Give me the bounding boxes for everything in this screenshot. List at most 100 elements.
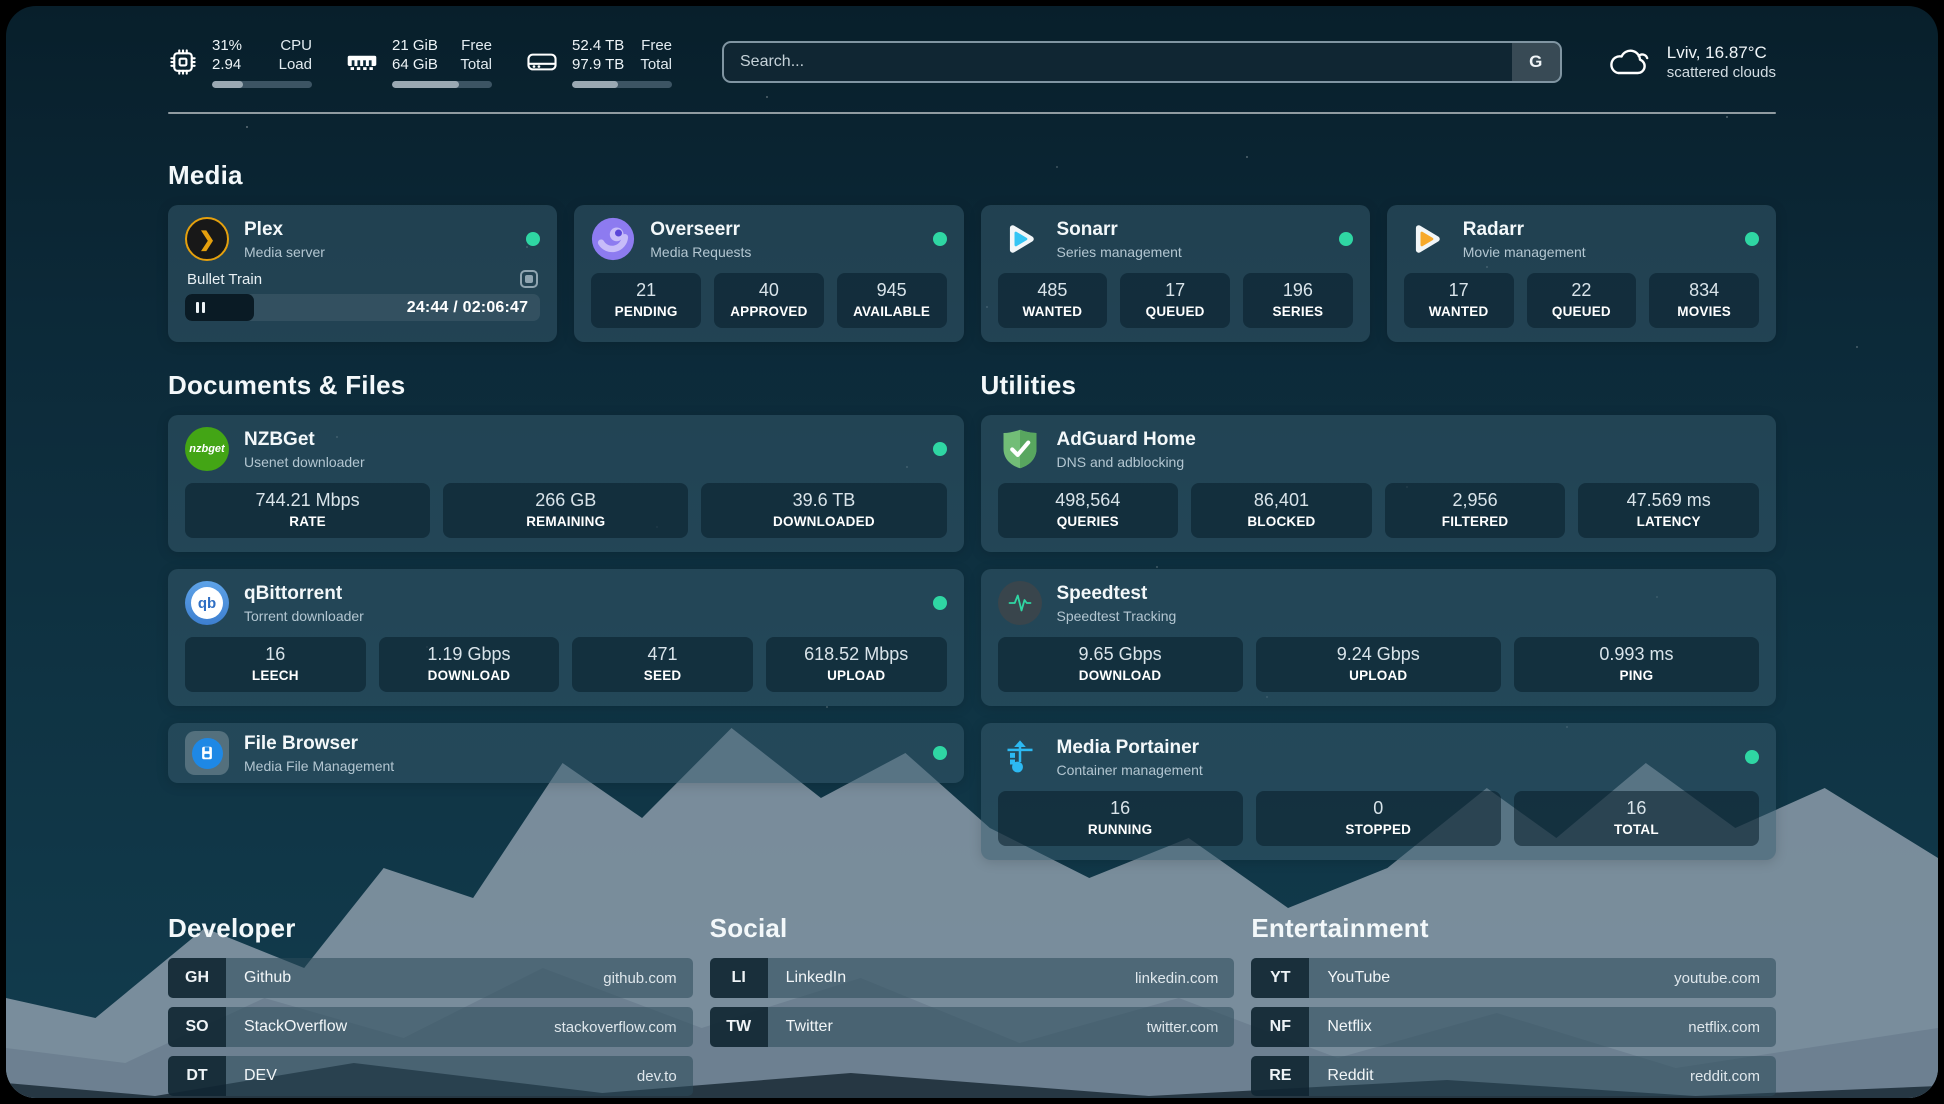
utilities-column: Utilities AdGuard Home DNS and adbloc bbox=[981, 370, 1777, 877]
stat-remaining: 266 GBREMAINING bbox=[443, 483, 688, 538]
bookmark-name: Twitter bbox=[786, 1018, 833, 1036]
app-title: NZBGet bbox=[244, 428, 365, 452]
portainer-icon bbox=[998, 735, 1042, 779]
dashboard-screen: 31%CPU 2.94Load 21 GiBFree bbox=[6, 6, 1938, 1098]
bookmark-name: DEV bbox=[244, 1067, 277, 1085]
stat-download: 1.19 GbpsDOWNLOAD bbox=[379, 637, 560, 692]
stat-downloaded: 39.6 TBDOWNLOADED bbox=[701, 483, 946, 538]
documents-column: Documents & Files nzbget NZBGet Usenet d… bbox=[168, 370, 964, 877]
disk-free-label: Free bbox=[641, 36, 672, 55]
stat-download: 9.65 GbpsDOWNLOAD bbox=[998, 637, 1243, 692]
section-title-social: Social bbox=[710, 913, 1235, 944]
stat-upload: 9.24 GbpsUPLOAD bbox=[1256, 637, 1501, 692]
bookmark-name: Github bbox=[244, 969, 291, 987]
overseerr-card[interactable]: Overseerr Media Requests 21PENDING 40APP… bbox=[574, 205, 963, 342]
bookmark-badge: LI bbox=[710, 958, 768, 998]
header-divider bbox=[168, 112, 1776, 114]
bookmark-linkedin[interactable]: LI LinkedIn linkedin.com bbox=[710, 958, 1235, 998]
bookmark-badge: SO bbox=[168, 1007, 226, 1047]
cloud-icon bbox=[1608, 45, 1652, 79]
stat-approved: 40APPROVED bbox=[714, 273, 824, 328]
app-subtitle: Media File Management bbox=[244, 757, 394, 775]
filebrowser-card[interactable]: File Browser Media File Management bbox=[168, 723, 964, 783]
status-dot bbox=[933, 442, 947, 456]
bookmark-github[interactable]: GH Github github.com bbox=[168, 958, 693, 998]
section-title-developer: Developer bbox=[168, 913, 693, 944]
disk-free: 52.4 TB bbox=[572, 36, 624, 55]
plex-icon: ❯ bbox=[185, 217, 229, 261]
bookmark-name: LinkedIn bbox=[786, 969, 847, 987]
bookmark-url: netflix.com bbox=[1688, 1019, 1760, 1036]
section-title-documents: Documents & Files bbox=[168, 370, 964, 401]
memory-free-label: Free bbox=[461, 36, 492, 55]
bookmark-url: dev.to bbox=[637, 1068, 677, 1085]
stat-movies: 834MOVIES bbox=[1649, 273, 1759, 328]
memory-total: 64 GiB bbox=[392, 55, 438, 74]
status-dot bbox=[933, 746, 947, 760]
nzbget-icon: nzbget bbox=[185, 427, 229, 471]
portainer-card[interactable]: Media Portainer Container management 16R… bbox=[981, 723, 1777, 860]
qbittorrent-card[interactable]: qb qBittorrent Torrent downloader 16LEEC… bbox=[168, 569, 964, 706]
app-title: Speedtest bbox=[1057, 582, 1177, 606]
bookmark-badge: RE bbox=[1251, 1056, 1309, 1096]
bookmark-twitter[interactable]: TW Twitter twitter.com bbox=[710, 1007, 1235, 1047]
plex-card[interactable]: ❯ Plex Media server Bullet Train bbox=[168, 205, 557, 342]
adguard-card[interactable]: AdGuard Home DNS and adblocking 498,564Q… bbox=[981, 415, 1777, 552]
stat-blocked: 86,401BLOCKED bbox=[1191, 483, 1372, 538]
bookmark-url: stackoverflow.com bbox=[554, 1019, 677, 1036]
app-title: File Browser bbox=[244, 732, 394, 756]
app-subtitle: Container management bbox=[1057, 761, 1203, 779]
stat-available: 945AVAILABLE bbox=[837, 273, 947, 328]
app-title: AdGuard Home bbox=[1057, 428, 1196, 452]
app-title: qBittorrent bbox=[244, 582, 364, 606]
stat-leech: 16LEECH bbox=[185, 637, 366, 692]
speedtest-icon bbox=[998, 581, 1042, 625]
cpu-load-label: Load bbox=[279, 55, 312, 74]
bookmark-youtube[interactable]: YT YouTube youtube.com bbox=[1251, 958, 1776, 998]
status-dot bbox=[933, 596, 947, 610]
app-subtitle: Torrent downloader bbox=[244, 607, 364, 625]
system-stats: 31%CPU 2.94Load 21 GiBFree bbox=[168, 36, 672, 88]
cpu-progress-bar bbox=[212, 81, 312, 88]
status-dot bbox=[933, 232, 947, 246]
search-input[interactable] bbox=[724, 43, 1512, 81]
memory-free: 21 GiB bbox=[392, 36, 438, 55]
bookmark-url: github.com bbox=[603, 970, 676, 987]
nzbget-card[interactable]: nzbget NZBGet Usenet downloader 744.21 M… bbox=[168, 415, 964, 552]
cpu-label: CPU bbox=[280, 36, 312, 55]
app-title: Overseerr bbox=[650, 218, 751, 242]
stat-wanted: 485WANTED bbox=[998, 273, 1108, 328]
bookmark-netflix[interactable]: NF Netflix netflix.com bbox=[1251, 1007, 1776, 1047]
app-title: Sonarr bbox=[1057, 218, 1182, 242]
search-bar: G bbox=[722, 41, 1562, 83]
settings-icon[interactable] bbox=[520, 270, 538, 288]
weather-widget: Lviv, 16.87°C scattered clouds bbox=[1608, 42, 1776, 82]
disk-progress-bar bbox=[572, 81, 672, 88]
pause-icon[interactable] bbox=[196, 302, 205, 313]
section-title-media: Media bbox=[168, 160, 1776, 191]
bookmark-badge: GH bbox=[168, 958, 226, 998]
filebrowser-icon bbox=[185, 731, 229, 775]
radarr-card[interactable]: Radarr Movie management 17WANTED 22QUEUE… bbox=[1387, 205, 1776, 342]
status-dot bbox=[526, 232, 540, 246]
stat-running: 16RUNNING bbox=[998, 791, 1243, 846]
stat-upload: 618.52 MbpsUPLOAD bbox=[766, 637, 947, 692]
bookmark-reddit[interactable]: RE Reddit reddit.com bbox=[1251, 1056, 1776, 1096]
bookmark-badge: TW bbox=[710, 1007, 768, 1047]
playback-progress-bar: 24:44 / 02:06:47 bbox=[185, 294, 540, 321]
stat-ping: 0.993 msPING bbox=[1514, 637, 1759, 692]
speedtest-card[interactable]: Speedtest Speedtest Tracking 9.65 GbpsDO… bbox=[981, 569, 1777, 706]
disk-total-label: Total bbox=[640, 55, 672, 74]
memory-total-label: Total bbox=[460, 55, 492, 74]
bookmark-stackoverflow[interactable]: SO StackOverflow stackoverflow.com bbox=[168, 1007, 693, 1047]
sonarr-card[interactable]: Sonarr Series management 485WANTED 17QUE… bbox=[981, 205, 1370, 342]
section-title-entertainment: Entertainment bbox=[1251, 913, 1776, 944]
bookmark-url: reddit.com bbox=[1690, 1068, 1760, 1085]
radarr-icon bbox=[1404, 217, 1448, 261]
cpu-load: 2.94 bbox=[212, 55, 241, 74]
bookmark-dev[interactable]: DT DEV dev.to bbox=[168, 1056, 693, 1096]
app-subtitle: Series management bbox=[1057, 243, 1182, 261]
app-title: Plex bbox=[244, 218, 325, 242]
search-engine-button[interactable]: G bbox=[1512, 43, 1560, 81]
bookmark-url: linkedin.com bbox=[1135, 970, 1218, 987]
